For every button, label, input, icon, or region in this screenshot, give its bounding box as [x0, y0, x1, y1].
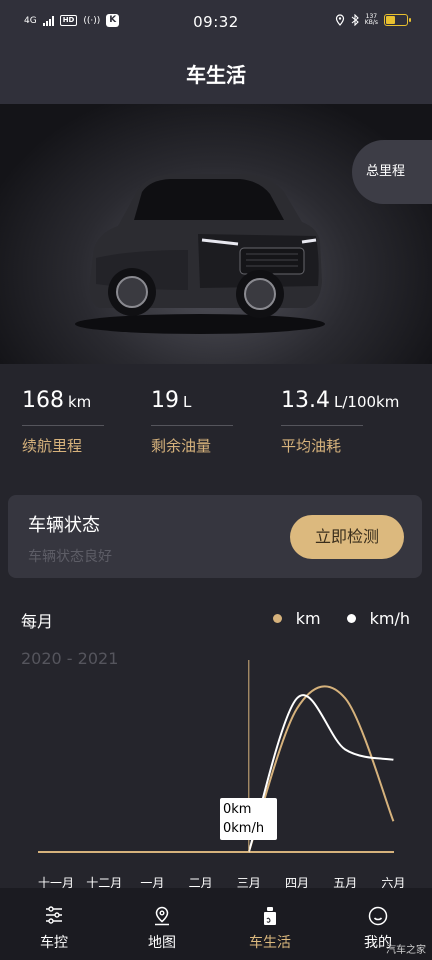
legend-dot: [272, 614, 282, 623]
odometer-button[interactable]: 总里程: [352, 140, 432, 204]
tab-label: 车控: [40, 935, 68, 951]
tab-label: 车生活: [249, 935, 291, 951]
stat-fuel-label: 剩余油量: [151, 437, 212, 455]
watermark: 汽车之家: [386, 945, 426, 956]
map-pin-icon: [155, 906, 169, 926]
stat-consumption: 13.4 L/100km 平均油耗: [281, 388, 400, 455]
legend-label: km/h: [369, 609, 410, 628]
legend-label: km: [295, 609, 321, 628]
tooltip-km: 0km: [223, 802, 252, 817]
legend-item-km: km: [272, 609, 321, 628]
bluetooth-icon: [351, 14, 359, 26]
stat-consumption-value: 13.4: [281, 388, 330, 413]
battery-icon: [384, 14, 411, 26]
stat-range: 168 km 续航里程: [22, 388, 104, 455]
divider: [281, 425, 363, 426]
page-title: 车生活: [0, 48, 432, 104]
chart-period[interactable]: 每月: [21, 608, 53, 632]
vehicle-status-subtitle: 车辆状态良好: [28, 549, 112, 565]
sliders-icon: [46, 906, 62, 924]
tab-car-life[interactable]: 车生活: [216, 888, 324, 960]
status-bar: 4G HD ((·)) K 09:32 137 KB/s: [0, 0, 432, 48]
stat-consumption-unit: L/100km: [333, 393, 400, 411]
stat-range-value: 168: [22, 388, 64, 413]
chart-legend: km km/h: [247, 609, 410, 628]
car-image: [75, 174, 325, 334]
stat-consumption-label: 平均油耗: [281, 437, 342, 455]
tooltip-speed: 0km/h: [223, 821, 265, 836]
chart-tooltip: 0km 0km/h: [220, 798, 277, 840]
divider: [151, 425, 233, 426]
divider: [22, 425, 104, 426]
stat-fuel-unit: L: [183, 393, 192, 411]
tab-map[interactable]: 地图: [108, 888, 216, 960]
status-right: 137 KB/s: [335, 13, 411, 26]
battery-level: [386, 16, 395, 24]
legend-item-kmh: km/h: [346, 609, 410, 628]
legend-dot: [346, 614, 356, 623]
monthly-chart[interactable]: 十一月 十二月 一月 二月 三月 四月 五月 六月: [0, 660, 432, 892]
oil-bottle-icon: [264, 907, 276, 925]
location-icon: [335, 14, 344, 26]
car-hero: 总里程: [0, 104, 432, 364]
vehicle-status-title: 车辆状态: [28, 515, 100, 536]
smile-icon: [368, 906, 388, 926]
bottom-tab-bar: 车控 地图 车生活 我的 汽车之家: [0, 888, 432, 960]
network-speed: 137 KB/s: [364, 13, 378, 26]
stat-range-unit: km: [68, 393, 92, 411]
stat-fuel-value: 19: [151, 388, 179, 413]
check-now-button[interactable]: 立即检测: [290, 515, 404, 559]
vehicle-status-card: 车辆状态 车辆状态良好 立即检测: [8, 495, 422, 578]
tab-label: 地图: [148, 935, 176, 951]
stat-fuel: 19 L 剩余油量: [151, 388, 233, 455]
stat-range-label: 续航里程: [22, 437, 83, 455]
tab-car-control[interactable]: 车控: [0, 888, 108, 960]
